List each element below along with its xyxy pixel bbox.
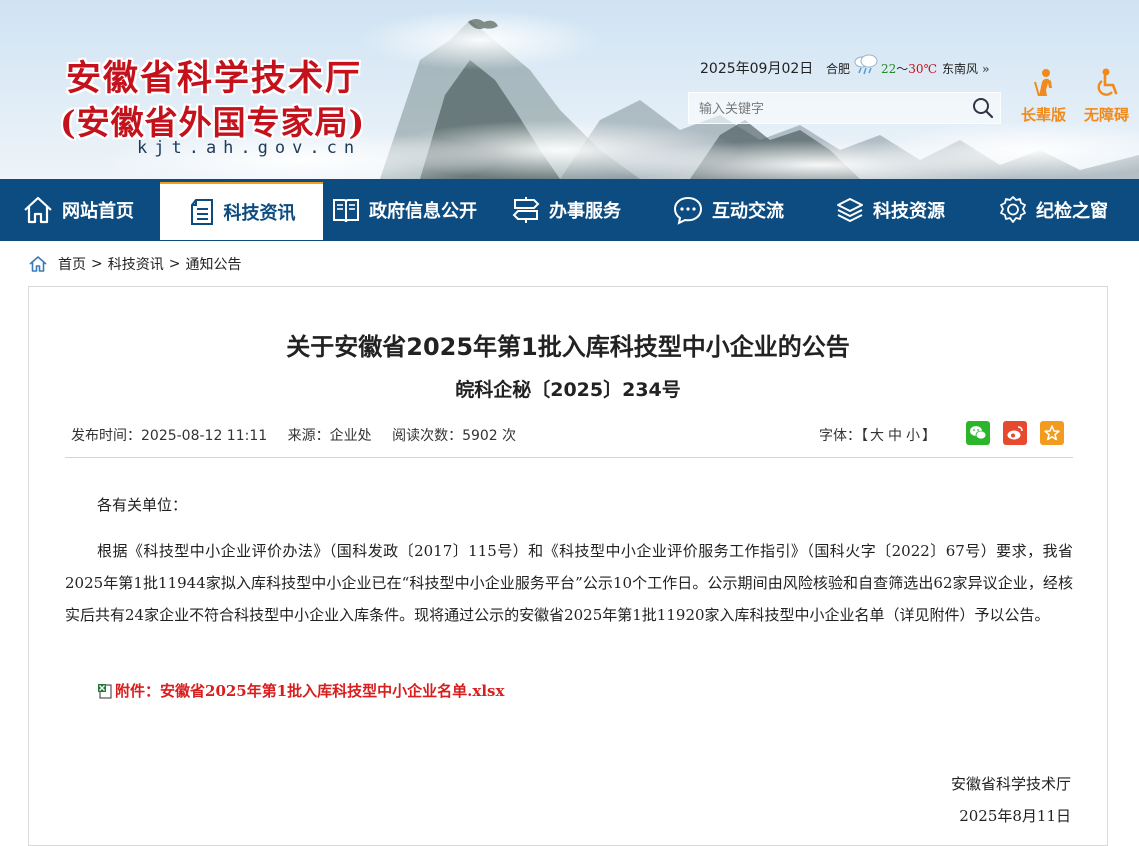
weather-city: 合肥 xyxy=(826,62,851,76)
accessibility-button[interactable]: 无障碍 xyxy=(1084,68,1129,125)
weather-wind[interactable]: 东南风» xyxy=(942,60,990,77)
bracket-open: 【 xyxy=(861,428,868,444)
nav-item-label: 政府信息公开 xyxy=(369,201,477,222)
nav-item-discipline[interactable]: 纪检之窗 xyxy=(998,179,1108,241)
document-icon xyxy=(190,199,213,225)
share-weibo-button[interactable] xyxy=(1003,421,1027,445)
badge-icon xyxy=(1000,196,1026,223)
share-wechat-button[interactable] xyxy=(966,421,990,445)
breadcrumb-notices[interactable]: 通知公告 xyxy=(185,254,241,274)
search-icon[interactable] xyxy=(972,97,994,119)
article-greeting: 各有关单位： xyxy=(97,496,188,514)
temp-high: 30℃ xyxy=(908,62,937,76)
search-input[interactable] xyxy=(697,97,961,121)
temp-low: 22 xyxy=(881,62,897,76)
breadcrumb-home[interactable]: 首页 xyxy=(58,254,86,274)
meta-divider xyxy=(65,457,1073,458)
star-icon xyxy=(1044,425,1060,441)
accessibility-label: 无障碍 xyxy=(1084,106,1130,124)
article-body: 根据《科技型中小企业评价办法》（国科发政〔2017〕115号）和《科技型中小企业… xyxy=(65,542,1073,624)
article-meta: 发布时间：2025-08-12 11:11 来源：企业处 阅读次数：5902 次 xyxy=(71,425,532,445)
layers-icon xyxy=(837,198,863,222)
font-size-large[interactable]: 大 xyxy=(870,428,884,444)
wechat-icon xyxy=(970,426,987,440)
weibo-icon xyxy=(1007,426,1023,440)
wind-text: 东南风 xyxy=(942,62,979,76)
chevron-right-icon: » xyxy=(982,62,990,76)
logo-title: 安徽省科学技术厅 xyxy=(66,58,363,99)
signpost-icon xyxy=(512,197,540,223)
nav-item-home[interactable]: 网站首页 xyxy=(22,179,134,241)
font-size-small[interactable]: 小 xyxy=(906,428,920,444)
cloud-rain-icon xyxy=(854,54,878,75)
nav-item-label: 纪检之窗 xyxy=(1036,201,1108,222)
home-icon xyxy=(29,256,47,272)
header-banner: 安徽省科学技术厅 (安徽省外国专家局) kjt.ah.gov.cn 2025年0… xyxy=(0,0,1139,179)
nav-item-gov-info[interactable]: 政府信息公开 xyxy=(331,179,477,241)
elder-mode-button[interactable]: 长辈版 xyxy=(1021,68,1066,125)
temp-separator: ～ xyxy=(896,62,909,76)
signature-date: 2025年8月11日 xyxy=(959,807,1071,825)
nav-item-interaction[interactable]: 互动交流 xyxy=(672,179,784,241)
book-icon xyxy=(333,199,359,223)
nav-item-label: 科技资源 xyxy=(873,201,945,222)
logo-subtitle: (安徽省外国专家局) xyxy=(60,103,366,142)
weather-temperature: 22～30℃ xyxy=(881,60,937,77)
breadcrumb: 首页 > 科技资讯 > 通知公告 xyxy=(28,254,241,274)
nav-item-label: 互动交流 xyxy=(712,201,784,222)
publish-time: 发布时间：2025-08-12 11:11 xyxy=(71,428,268,444)
nav-item-label: 网站首页 xyxy=(62,201,134,222)
chat-icon xyxy=(673,196,703,225)
home-icon xyxy=(24,196,52,224)
wheelchair-icon xyxy=(1097,68,1117,96)
excel-file-icon xyxy=(98,683,112,698)
nav-item-news[interactable]: 科技资讯 xyxy=(160,182,323,240)
breadcrumb-separator: > xyxy=(168,256,181,272)
document-number: 皖科企秘〔2025〕234号 xyxy=(455,379,681,401)
elder-mode-label: 长辈版 xyxy=(1021,106,1067,124)
font-size-medium[interactable]: 中 xyxy=(888,428,902,444)
main-nav: 网站首页 科技资讯 政府信息公开 办事服务 互动交流 科技资源 纪检之窗 xyxy=(0,179,1139,241)
breadcrumb-news[interactable]: 科技资讯 xyxy=(108,254,164,274)
current-date: 2025年09月02日 xyxy=(700,61,814,77)
search-box xyxy=(688,92,1001,124)
nav-item-services[interactable]: 办事服务 xyxy=(511,179,621,241)
nav-item-label: 科技资讯 xyxy=(223,203,296,224)
article-title: 关于安徽省2025年第1批入库科技型中小企业的公告 xyxy=(286,333,850,361)
favorite-button[interactable] xyxy=(1040,421,1064,445)
attachment-label: 附件：安徽省2025年第1批入库科技型中小企业名单.xlsx xyxy=(115,682,505,700)
article-source: 来源：企业处 xyxy=(287,428,372,444)
nav-item-resources[interactable]: 科技资源 xyxy=(835,179,945,241)
breadcrumb-separator: > xyxy=(91,256,103,272)
attachment-link[interactable]: 附件：安徽省2025年第1批入库科技型中小企业名单.xlsx xyxy=(97,680,504,701)
bracket-close: 】 xyxy=(922,428,936,444)
signature-organization: 安徽省科学技术厅 xyxy=(950,775,1071,793)
article-panel: 关于安徽省2025年第1批入库科技型中小企业的公告 皖科企秘〔2025〕234号… xyxy=(28,286,1108,846)
logo-domain: kjt.ah.gov.cn xyxy=(137,138,362,158)
font-size-label: 字体： xyxy=(819,428,861,444)
elder-icon xyxy=(1033,69,1052,97)
nav-item-label: 办事服务 xyxy=(549,201,621,222)
font-size-switcher: 字体：【大中小】 xyxy=(819,425,936,445)
view-count: 阅读次数：5902 次 xyxy=(392,428,517,444)
